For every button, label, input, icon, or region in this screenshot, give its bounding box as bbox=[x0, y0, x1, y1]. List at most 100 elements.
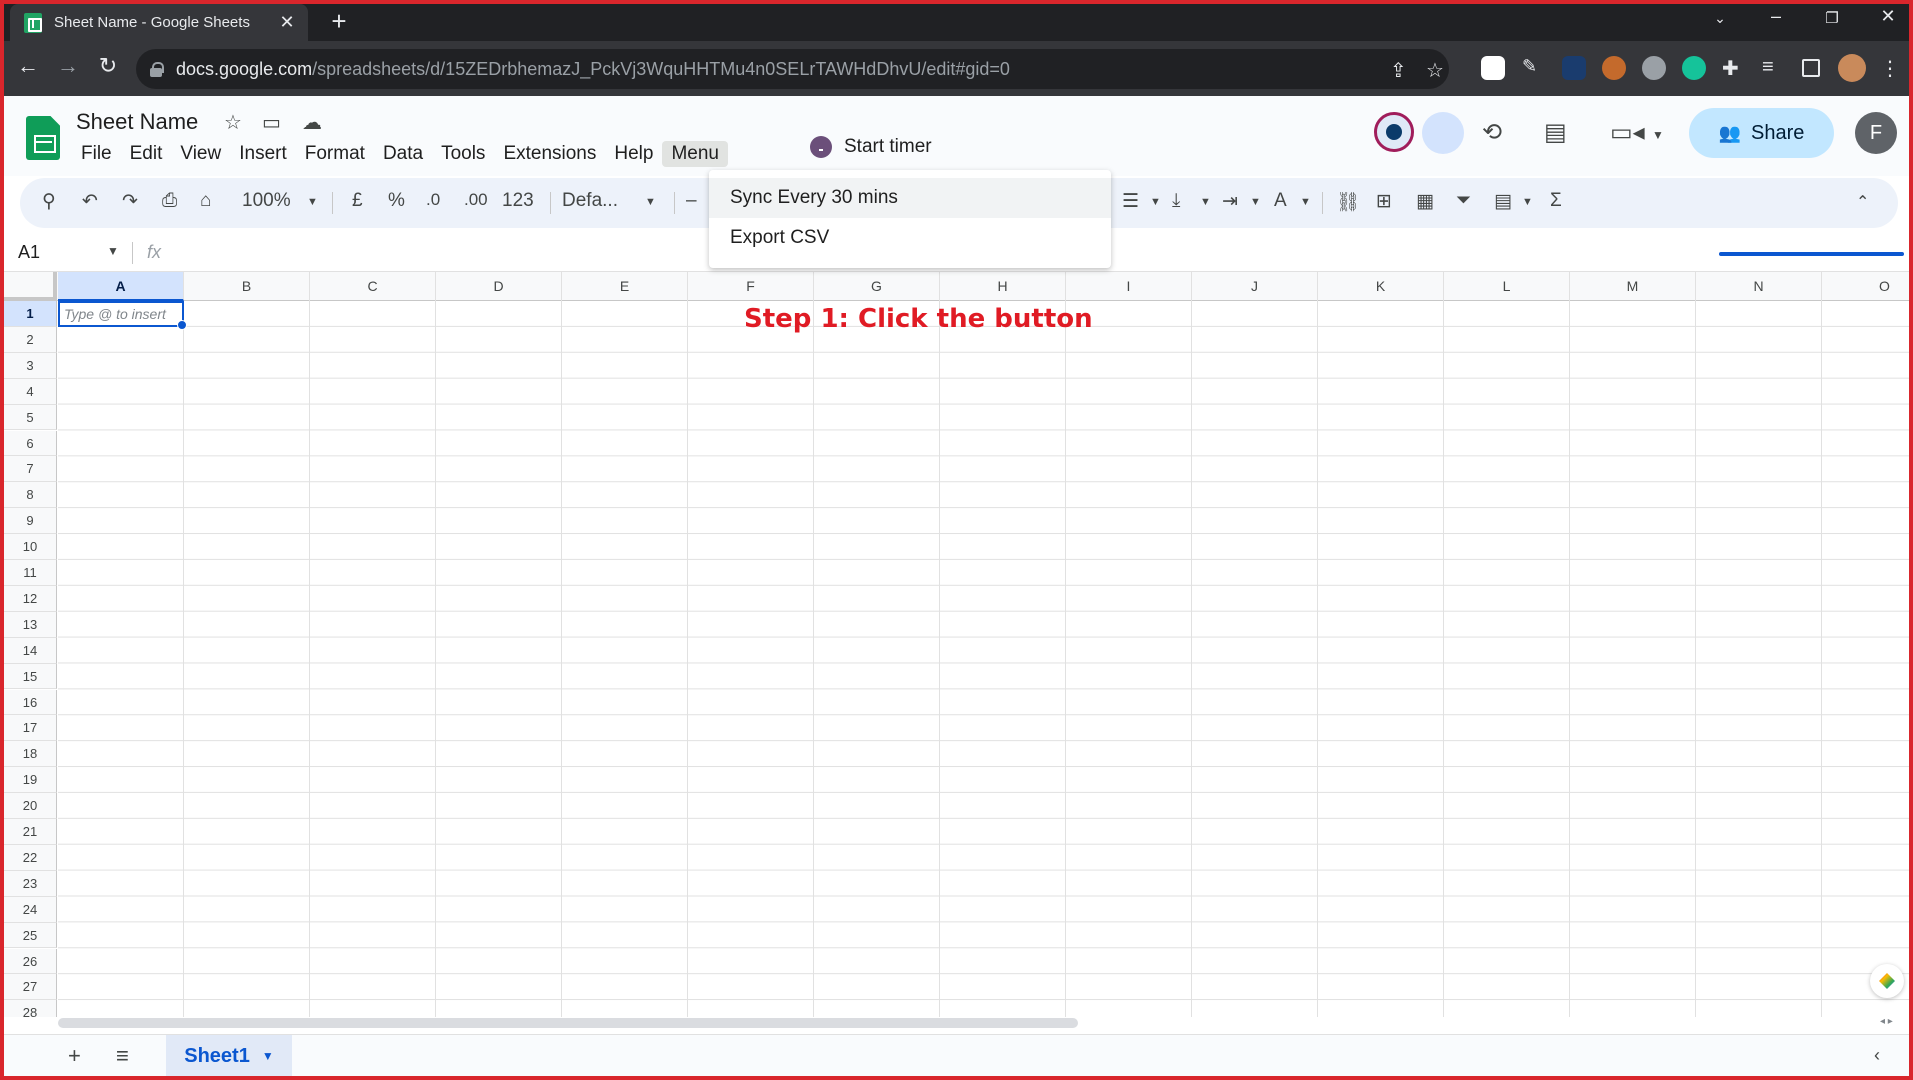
row-header-21[interactable]: 21 bbox=[4, 819, 57, 845]
new-tab-button[interactable]: + bbox=[325, 6, 353, 37]
account-avatar[interactable]: F bbox=[1855, 112, 1897, 154]
row-header-15[interactable]: 15 bbox=[4, 663, 57, 690]
row-header-24[interactable]: 24 bbox=[4, 896, 57, 923]
menu-edit[interactable]: Edit bbox=[121, 141, 172, 167]
row-header-2[interactable]: 2 bbox=[4, 326, 57, 353]
text-rotation-icon[interactable]: A bbox=[1274, 190, 1287, 212]
menu-option-sync[interactable]: Sync Every 30 mins bbox=[709, 178, 1111, 218]
menu-custom[interactable]: Menu bbox=[662, 141, 728, 167]
menu-file[interactable]: File bbox=[72, 141, 121, 167]
share-button[interactable]: 👥 Share bbox=[1689, 108, 1834, 158]
column-header-n[interactable]: N bbox=[1696, 272, 1822, 301]
column-header-k[interactable]: K bbox=[1318, 272, 1444, 301]
filter-views-icon[interactable]: ▤ bbox=[1494, 190, 1512, 213]
column-header-b[interactable]: B bbox=[184, 272, 310, 301]
sheets-logo-icon[interactable] bbox=[26, 116, 60, 160]
eyedropper-extension-icon[interactable]: ✎ bbox=[1522, 56, 1546, 80]
print-icon[interactable]: ⎙ bbox=[162, 190, 177, 212]
column-header-f[interactable]: F bbox=[688, 272, 814, 301]
wrap-dropdown-icon[interactable]: ▼ bbox=[1250, 196, 1261, 208]
document-title[interactable]: Sheet Name bbox=[76, 109, 198, 135]
insert-link-icon[interactable]: ⛓ bbox=[1336, 190, 1360, 214]
row-header-4[interactable]: 4 bbox=[4, 378, 57, 405]
clickup-floating-icon[interactable] bbox=[1870, 964, 1904, 998]
name-box-dropdown-icon[interactable]: ▼ bbox=[107, 244, 119, 258]
row-header-12[interactable]: 12 bbox=[4, 585, 57, 612]
vertical-align-icon[interactable]: ⤓ bbox=[1172, 190, 1180, 212]
extensions-puzzle-icon[interactable]: ✚ bbox=[1722, 56, 1746, 80]
column-header-j[interactable]: J bbox=[1192, 272, 1318, 301]
insert-chart-icon[interactable]: ▦ bbox=[1416, 190, 1434, 213]
row-header-11[interactable]: 11 bbox=[4, 560, 57, 586]
column-header-l[interactable]: L bbox=[1444, 272, 1570, 301]
select-all-corner[interactable] bbox=[4, 272, 57, 301]
fox-extension-icon[interactable] bbox=[1602, 56, 1626, 80]
ai-assistant-icon[interactable] bbox=[1374, 112, 1414, 152]
back-icon[interactable]: ← bbox=[12, 53, 44, 79]
minimize-icon[interactable]: – bbox=[1756, 6, 1796, 27]
star-icon[interactable]: ☆ bbox=[224, 110, 242, 135]
halign-dropdown-icon[interactable]: ▼ bbox=[1150, 196, 1161, 208]
filter-views-dropdown-icon[interactable]: ▼ bbox=[1522, 196, 1533, 208]
menu-extensions[interactable]: Extensions bbox=[494, 141, 605, 167]
horizontal-scrollbar[interactable] bbox=[58, 1018, 1078, 1028]
text-wrap-icon[interactable]: ⇥ bbox=[1222, 190, 1238, 213]
row-header-9[interactable]: 9 bbox=[4, 508, 57, 535]
rotation-dropdown-icon[interactable]: ▼ bbox=[1300, 196, 1311, 208]
horizontal-align-icon[interactable]: ☰ bbox=[1122, 190, 1139, 213]
meet-dropdown-icon[interactable]: ▼ bbox=[1652, 128, 1664, 142]
insert-comment-icon[interactable]: ⊞ bbox=[1376, 190, 1392, 213]
menu-insert[interactable]: Insert bbox=[230, 141, 296, 167]
column-header-d[interactable]: D bbox=[436, 272, 562, 301]
active-cell-a1[interactable]: Type @ to insert bbox=[58, 301, 187, 330]
row-header-7[interactable]: 7 bbox=[4, 456, 57, 483]
column-header-e[interactable]: E bbox=[562, 272, 688, 301]
tab-search-icon[interactable]: ⌄ bbox=[1700, 10, 1740, 27]
undo-icon[interactable]: ↶ bbox=[82, 190, 98, 213]
forward-icon[interactable]: → bbox=[52, 53, 84, 79]
increase-decimal-button[interactable]: .00 bbox=[464, 190, 488, 210]
row-header-27[interactable]: 27 bbox=[4, 974, 57, 1001]
reload-icon[interactable]: ↻ bbox=[92, 53, 124, 79]
search-menus-icon[interactable]: ⚲ bbox=[42, 190, 56, 213]
all-sheets-button[interactable]: ≡ bbox=[116, 1043, 129, 1069]
f-extension-icon[interactable] bbox=[1562, 56, 1586, 80]
url-input[interactable]: docs.google.com/spreadsheets/d/15ZEDrbhe… bbox=[136, 49, 1449, 89]
collaboration-chat-icon[interactable] bbox=[1422, 112, 1464, 154]
window-close-icon[interactable]: ✕ bbox=[1868, 6, 1908, 27]
column-header-a[interactable]: A bbox=[58, 272, 184, 301]
row-header-8[interactable]: 8 bbox=[4, 482, 57, 509]
column-header-m[interactable]: M bbox=[1570, 272, 1696, 301]
menu-tools[interactable]: Tools bbox=[432, 141, 494, 167]
row-header-6[interactable]: 6 bbox=[4, 430, 57, 457]
name-box[interactable]: A1 bbox=[18, 242, 40, 263]
share-page-icon[interactable]: ⇪ bbox=[1390, 58, 1407, 83]
sheet-tab-sheet1[interactable]: Sheet1 ▼ bbox=[166, 1035, 292, 1077]
menu-help[interactable]: Help bbox=[605, 141, 662, 167]
decrease-decimal-button[interactable]: .0 bbox=[426, 190, 440, 210]
browser-tab[interactable]: Sheet Name - Google Sheets ✕ bbox=[10, 4, 308, 41]
row-header-5[interactable]: 5 bbox=[4, 404, 57, 431]
column-header-o[interactable]: O bbox=[1822, 272, 1909, 301]
cloud-saved-icon[interactable]: ☁ bbox=[302, 110, 322, 135]
row-header-22[interactable]: 22 bbox=[4, 844, 57, 871]
version-history-icon[interactable]: ⟲ bbox=[1482, 118, 1502, 147]
profile-avatar[interactable] bbox=[1838, 54, 1866, 82]
collapse-side-panel-icon[interactable]: ‹ bbox=[1874, 1045, 1880, 1066]
tab-close-icon[interactable]: ✕ bbox=[276, 12, 298, 33]
zoom-dropdown-icon[interactable]: ▼ bbox=[307, 196, 318, 208]
row-header-16[interactable]: 16 bbox=[4, 689, 57, 716]
redo-icon[interactable]: ↷ bbox=[122, 190, 138, 213]
font-select[interactable]: Defa... bbox=[562, 190, 618, 212]
row-header-13[interactable]: 13 bbox=[4, 611, 57, 638]
functions-icon[interactable]: Σ bbox=[1550, 190, 1562, 212]
row-header-26[interactable]: 26 bbox=[4, 948, 57, 975]
row-header-14[interactable]: 14 bbox=[4, 637, 57, 664]
media-control-icon[interactable]: ≡ bbox=[1762, 56, 1786, 80]
row-header-18[interactable]: 18 bbox=[4, 741, 57, 768]
row-header-20[interactable]: 20 bbox=[4, 793, 57, 819]
column-header-i[interactable]: I bbox=[1066, 272, 1192, 301]
column-header-g[interactable]: G bbox=[814, 272, 940, 301]
row-header-17[interactable]: 17 bbox=[4, 715, 57, 742]
currency-format-button[interactable]: £ bbox=[352, 190, 363, 212]
